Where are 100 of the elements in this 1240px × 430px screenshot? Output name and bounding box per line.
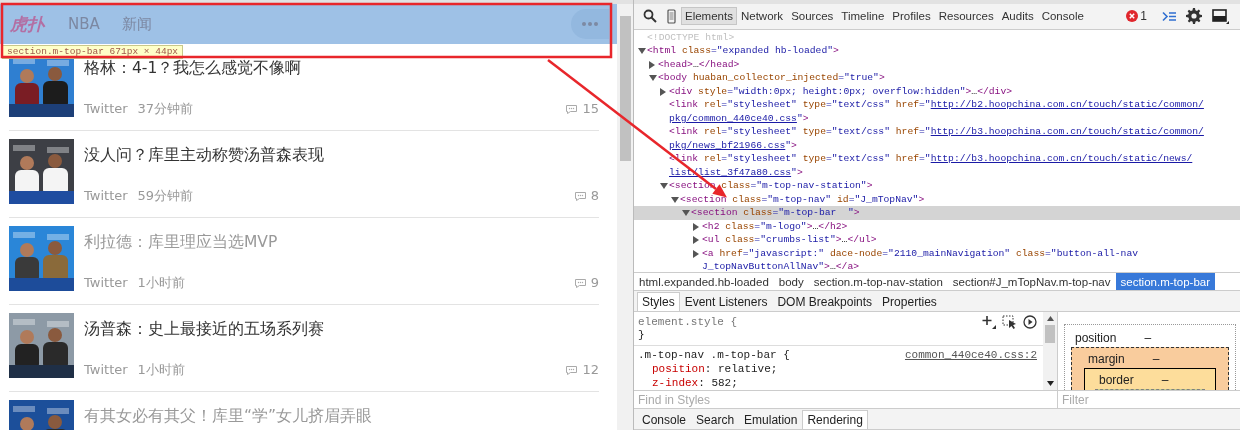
attribute-name: id <box>836 192 849 207</box>
html-tag: <html <box>647 44 677 58</box>
panel-tab[interactable]: Console <box>1037 7 1088 26</box>
box-label: margin <box>1088 352 1125 367</box>
panel-tab[interactable]: Sources <box>787 7 838 26</box>
html-tag: > <box>833 44 839 58</box>
selected-row-highlight[interactable]: <section class="m-top-bar "> <box>634 206 1240 220</box>
attribute-value: ="m-top-nav-station" <box>750 179 867 193</box>
comment-count: 9 <box>590 275 600 291</box>
url-link[interactable]: http://b2.hoopchina.com.cn/touch/static/common/ <box>930 98 1204 112</box>
article-source: Twitter <box>84 362 128 378</box>
html-tag: > <box>791 138 797 153</box>
attribute-value: ="width:0px; height:0px; overflow:hidden" <box>727 84 966 99</box>
box-label: border <box>1099 373 1134 388</box>
html-tag: > <box>918 192 925 207</box>
attribute-name: href <box>894 98 920 112</box>
attribute-value: ="stylesheet" <box>721 125 797 139</box>
attribute-value: " <box>796 111 803 126</box>
html-tag: <section <box>680 192 727 207</box>
panel-tab[interactable]: Network <box>736 7 788 26</box>
attribute-name: type <box>801 125 826 139</box>
attribute-value: =" <box>919 152 931 166</box>
article-source: Twitter <box>84 101 128 117</box>
html-tag: <head> <box>658 57 693 72</box>
breadcrumb[interactable]: section#J_mTopNav.m-top-nav <box>947 273 1116 291</box>
error-count[interactable]: 1 <box>1140 9 1147 24</box>
property-name: position <box>652 363 705 376</box>
html-tag: > <box>866 179 873 193</box>
drawer-tab[interactable]: Search <box>691 410 740 429</box>
attribute-value: ="crumbs-list" <box>754 233 836 247</box>
html-tag: <a <box>702 246 714 261</box>
html-tag: > <box>835 233 842 247</box>
url-link[interactable]: http://b3.hoopchina.com.cn/touch/static/news/ <box>930 152 1193 166</box>
brace-text: } <box>638 329 646 343</box>
box-value: – <box>1161 373 1169 388</box>
attribute-value: ="stylesheet" <box>721 98 797 112</box>
attribute-name: href <box>718 246 743 261</box>
html-tag: <link <box>669 125 699 139</box>
attribute-name: type <box>801 152 826 166</box>
article-time: 1小时前 <box>137 362 185 378</box>
article-source: Twitter <box>84 188 128 204</box>
html-tag: > <box>806 219 813 234</box>
attribute-value: ="text/css" <box>826 125 890 139</box>
doctype-text: <!DOCTYPE html> <box>647 30 735 45</box>
comment-count: 8 <box>590 188 600 204</box>
sidebar-tab[interactable]: DOM Breakpoints <box>772 292 878 312</box>
attribute-value: ="true" <box>838 71 879 85</box>
find-field[interactable]: Find in Styles <box>634 390 1057 409</box>
ellipsis-text: … <box>829 260 836 273</box>
article-title[interactable]: 格林：4-1？我怎么感觉不像啊 <box>84 58 600 78</box>
attribute-name: style <box>697 84 728 99</box>
attribute-value: ="J_mTopNav" <box>848 192 919 207</box>
property-value: : relative; <box>704 363 778 376</box>
article-title[interactable]: 没人问？库里主动称赞汤普森表现 <box>84 145 600 165</box>
html-tag: <link <box>669 98 699 112</box>
selector-text: element.style { <box>638 315 738 329</box>
source-link[interactable]: common_440ce40.css:2 <box>904 349 1037 363</box>
sidebar-tab[interactable]: Styles <box>637 292 680 312</box>
attribute-value: ="text/css" <box>826 98 890 112</box>
comment-count: 12 <box>582 362 600 378</box>
attribute-name: class <box>742 206 773 220</box>
html-tag: > <box>824 260 830 273</box>
article-title[interactable]: 汤普森：史上最接近的五场系列赛 <box>84 319 600 339</box>
panel-tab[interactable]: Timeline <box>837 7 889 26</box>
attribute-name: class <box>724 233 755 247</box>
url-link[interactable]: http://b3.hoopchina.com.cn/touch/static/common/ <box>930 125 1204 139</box>
drawer-tab[interactable]: Console <box>637 410 692 429</box>
attribute-name: class <box>1014 246 1046 261</box>
attribute-name: dace-node <box>828 246 883 261</box>
ellipsis-text: … <box>692 57 699 72</box>
sidebar-tab[interactable]: Properties <box>877 292 942 312</box>
url-link[interactable]: pkg/common_440ce40.css <box>669 111 797 126</box>
attribute-value: ="m-logo" <box>754 219 807 234</box>
panel-tab[interactable]: Profiles <box>888 7 935 26</box>
property-value: : 582; <box>698 377 738 390</box>
ellipsis-text: … <box>971 84 978 99</box>
attribute-name: href <box>894 125 920 139</box>
breadcrumb[interactable]: html.expanded.hb-loaded <box>634 273 774 291</box>
drawer-tab[interactable]: Emulation <box>739 410 803 429</box>
panel-tab[interactable]: Elements <box>681 7 737 26</box>
article-time: 59分钟前 <box>137 188 194 204</box>
html-tag: > <box>853 206 860 220</box>
panel-tab[interactable]: Resources <box>934 7 998 26</box>
html-tag: > <box>965 84 972 99</box>
attribute-value: ="javascript:" <box>742 246 825 261</box>
html-tag: <h2 <box>702 219 720 234</box>
attribute-name: type <box>801 98 826 112</box>
panel-tab[interactable]: Audits <box>997 7 1038 26</box>
attribute-value: ="2110_mainNavigation" <box>882 246 1011 261</box>
attribute-name: huaban_collector_injected <box>691 71 839 85</box>
breadcrumb[interactable]: section.m-top-nav-station <box>808 273 948 291</box>
breadcrumb[interactable]: body <box>773 273 809 291</box>
drawer-tab[interactable]: Rendering <box>802 410 868 429</box>
url-link[interactable]: pkg/news_bf21966.css <box>669 138 786 153</box>
attribute-value: ="expanded hb-loaded" <box>710 44 834 58</box>
box-value: – <box>1152 352 1160 367</box>
breadcrumb[interactable]: section.m-top-bar <box>1115 273 1215 291</box>
html-tag: </head> <box>698 57 740 72</box>
sidebar-tab[interactable]: Event Listeners <box>679 292 773 312</box>
html-tag: <body <box>658 71 688 85</box>
